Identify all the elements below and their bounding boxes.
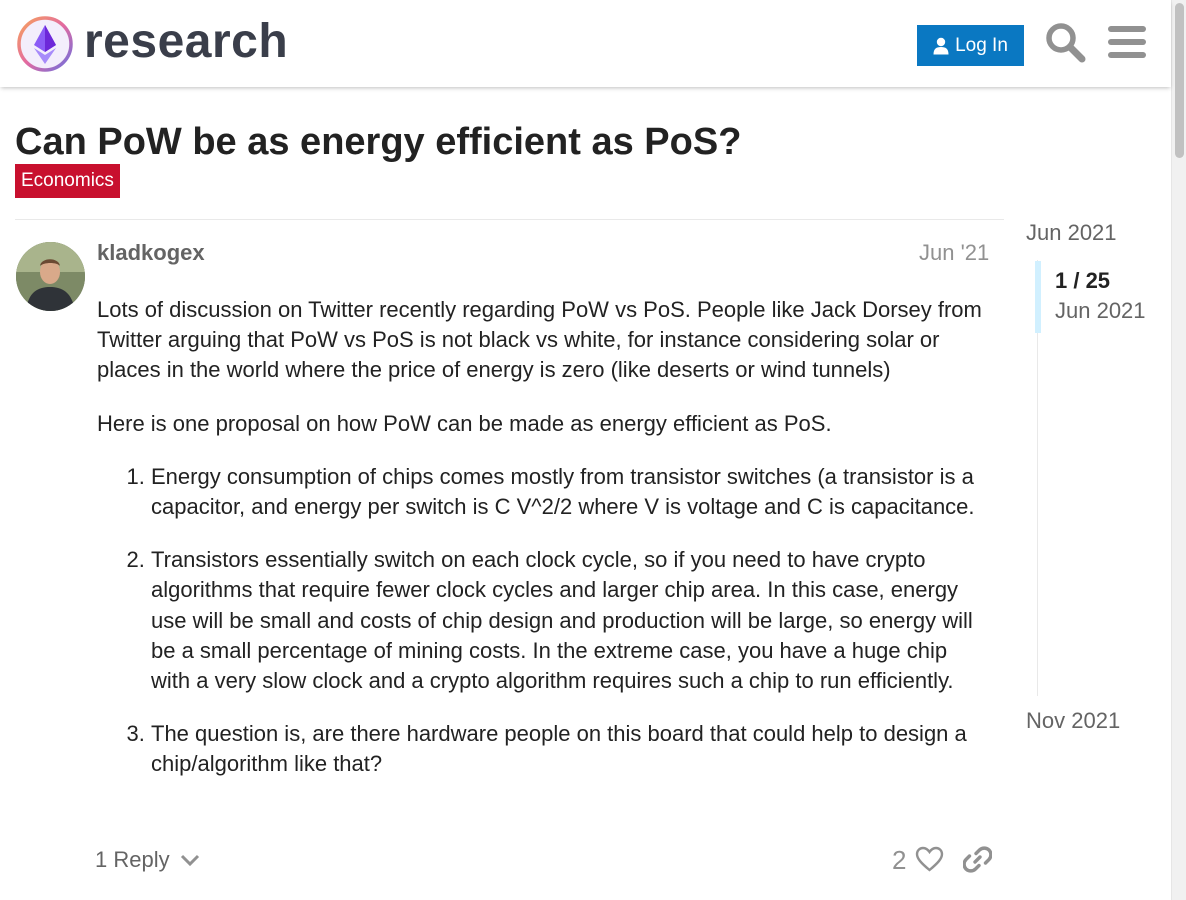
post-username[interactable]: kladkogex	[97, 240, 205, 266]
login-button[interactable]: Log In	[917, 25, 1024, 66]
avatar[interactable]	[16, 242, 85, 311]
timeline-end-date[interactable]: Nov 2021	[1026, 708, 1120, 734]
research-logo-icon[interactable]	[16, 15, 74, 73]
post-list: Energy consumption of chips comes mostly…	[151, 462, 992, 780]
post-body: Lots of discussion on Twitter recently r…	[97, 295, 992, 803]
list-item: Energy consumption of chips comes mostly…	[151, 462, 992, 522]
site-header: research Log In	[0, 0, 1171, 87]
timeline-position: 1 / 25	[1055, 268, 1111, 293]
chevron-down-icon	[180, 854, 199, 867]
category-badge[interactable]: Economics	[15, 164, 120, 198]
heart-icon[interactable]	[915, 845, 944, 874]
link-icon[interactable]	[963, 845, 992, 874]
list-item: Transistors essentially switch on each c…	[151, 545, 992, 696]
page-scrollbar[interactable]	[1171, 0, 1186, 900]
scrollbar-thumb[interactable]	[1175, 3, 1184, 158]
post-date[interactable]: Jun '21	[919, 240, 989, 266]
login-label: Log In	[955, 34, 1008, 56]
like-count: 2	[892, 845, 907, 875]
user-icon	[933, 37, 949, 54]
search-icon[interactable]	[1044, 21, 1086, 63]
replies-label: 1 Reply	[95, 847, 170, 872]
post-paragraph: Lots of discussion on Twitter recently r…	[97, 297, 982, 383]
timeline-handle[interactable]	[1035, 261, 1041, 333]
post-paragraph: Here is one proposal on how PoW can be m…	[97, 410, 832, 436]
topic-title[interactable]: Can PoW be as energy efficient as PoS?	[15, 120, 741, 164]
site-name[interactable]: research	[84, 12, 288, 72]
list-item: The question is, are there hardware peop…	[151, 719, 992, 779]
hamburger-menu-icon[interactable]	[1106, 21, 1148, 63]
timeline-start-date[interactable]: Jun 2021	[1026, 220, 1117, 246]
timeline-position-date: Jun 2021	[1055, 298, 1146, 323]
show-replies-button[interactable]: 1 Reply	[95, 845, 200, 875]
title-divider	[15, 219, 1004, 220]
